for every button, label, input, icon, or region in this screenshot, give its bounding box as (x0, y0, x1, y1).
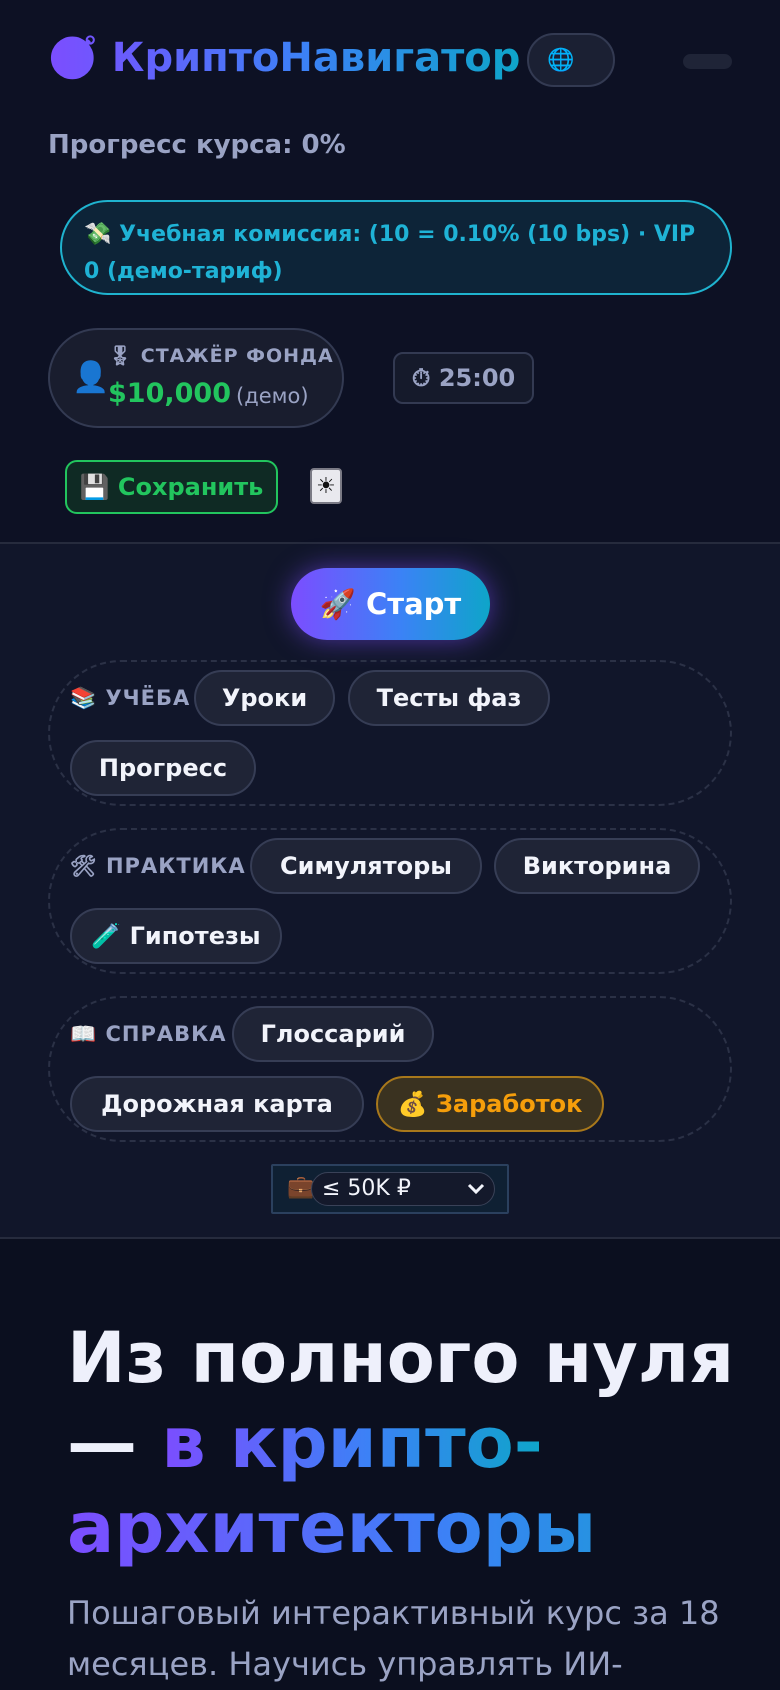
start-label: Старт (365, 587, 462, 621)
practice-label-text: ПРАКТИКА (105, 854, 246, 878)
test-tube-icon: 🧪 (91, 922, 122, 950)
sun-icon: ☀ (316, 473, 336, 499)
nav-group-practice-label: 🛠 ПРАКТИКА (70, 854, 246, 879)
badge-icon: 🎖 (108, 345, 134, 367)
intern-label-text: СТАЖЁР ФОНДА (140, 345, 334, 367)
intern-balance-card[interactable]: 👤 🎖 СТАЖЁР ФОНДА $10,000 (демо) (48, 328, 344, 428)
user-icon: 👤 (72, 360, 110, 395)
nav-item-phase-tests[interactable]: Тесты фаз (348, 670, 550, 726)
hero-dash: — (67, 1402, 162, 1484)
nav-item-progress[interactable]: Прогресс (70, 740, 256, 796)
app-logo[interactable]: 🧭 КриптоНавигатор (48, 34, 520, 81)
theme-toggle-button[interactable]: ☀ (310, 468, 342, 504)
fee-info-pill: 💸 Учебная комиссия: (10 = 0.10% (10 bps)… (60, 200, 732, 295)
hero-title-line2: — в крипто- (67, 1401, 767, 1486)
compass-icon: 🧭 (48, 35, 98, 81)
nav-divider (0, 1237, 780, 1239)
budget-selected-value: ≤ 50K ₽ (322, 1176, 411, 1201)
pomodoro-timer[interactable]: ⏱ 25:00 (393, 352, 534, 404)
intern-label: 🎖 СТАЖЁР ФОНДА (108, 344, 334, 367)
timer-icon: ⏱ (411, 364, 431, 392)
hero-title: Из полного нуля — в крипто- архитекторы (67, 1316, 767, 1571)
hero-accent-2: архитекторы (67, 1486, 767, 1571)
fee-icon: 💸 (84, 222, 112, 247)
globe-icon: 🌐 (547, 47, 575, 73)
tools-icon: 🛠 (70, 854, 98, 878)
earnings-label: Заработок (435, 1090, 583, 1118)
nav-group-study-label: 📚 УЧЁБА (70, 686, 190, 711)
study-label-text: УЧЁБА (105, 686, 191, 710)
chevron-down-icon (466, 1173, 486, 1216)
nav-item-hypotheses[interactable]: 🧪 Гипотезы (70, 908, 282, 964)
floppy-icon: 💾 (79, 473, 110, 501)
hero-accent-1: в крипто- (161, 1402, 543, 1484)
nav-item-glossary[interactable]: Глоссарий (232, 1006, 434, 1062)
language-button[interactable]: 🌐 (527, 33, 615, 87)
intern-demo-note: (демо) (236, 384, 309, 408)
timer-value: 25:00 (438, 364, 516, 392)
save-label: Сохранить (117, 473, 264, 501)
hero-subtitle: Пошаговый интерактивный курс за 18 месяц… (67, 1594, 720, 1683)
nav-item-quiz[interactable]: Викторина (494, 838, 700, 894)
app-title: КриптоНавигатор (111, 35, 521, 81)
menu-toggle[interactable] (683, 54, 732, 69)
start-button[interactable]: 🚀 Старт (291, 568, 490, 640)
fee-text: Учебная комиссия: (10 = 0.10% (10 bps) ·… (84, 222, 696, 284)
nav-group-reference-label: 📖 СПРАВКА (70, 1022, 227, 1047)
budget-filter: 💼 ≤ 50K ₽ (271, 1164, 509, 1214)
rocket-icon: 🚀 (319, 586, 356, 621)
nav-item-lessons[interactable]: Уроки (194, 670, 335, 726)
books-icon: 📚 (70, 686, 98, 710)
nav-item-roadmap[interactable]: Дорожная карта (70, 1076, 364, 1132)
save-button[interactable]: 💾 Сохранить (65, 460, 278, 514)
hypotheses-label: Гипотезы (129, 922, 261, 950)
intern-amount: $10,000 (108, 378, 231, 409)
budget-select[interactable]: ≤ 50K ₽ (311, 1172, 495, 1206)
hero-title-line1: Из полного нуля (67, 1317, 735, 1399)
nav-item-earnings[interactable]: 💰 Заработок (376, 1076, 604, 1132)
course-progress: Прогресс курса: 0% (48, 130, 346, 160)
money-bag-icon: 💰 (397, 1090, 428, 1118)
nav-item-simulators[interactable]: Симуляторы (250, 838, 482, 894)
book-icon: 📖 (70, 1022, 98, 1046)
reference-label-text: СПРАВКА (105, 1022, 227, 1046)
